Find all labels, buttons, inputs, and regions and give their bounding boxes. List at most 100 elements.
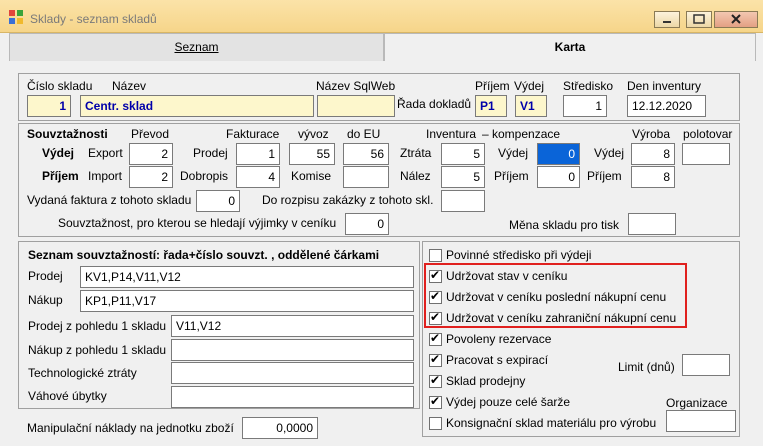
prijem-label: Příjem [475, 79, 510, 93]
povinne-checkbox[interactable] [429, 249, 442, 262]
prijem-row-label: Příjem [42, 169, 79, 183]
nalez-field[interactable]: 5 [441, 166, 485, 188]
seznam-nakup-field[interactable]: KP1,P11,V17 [80, 290, 414, 312]
tab-strip: Seznam Karta [9, 33, 756, 61]
expirace-checkbox[interactable]: ✔ [429, 352, 442, 367]
vah-field[interactable] [171, 386, 414, 408]
check-icon: ✔ [430, 352, 441, 366]
minimize-button[interactable] [654, 11, 680, 28]
komise-field[interactable] [343, 166, 389, 188]
seznam-prodej-label: Prodej [28, 269, 63, 283]
cislo-field[interactable]: 1 [27, 95, 71, 117]
manip-label: Manipulační náklady na jednotku zboží [27, 421, 234, 435]
limit-field[interactable] [682, 354, 730, 376]
organizace-field[interactable] [666, 410, 736, 432]
mena-field[interactable] [628, 213, 676, 235]
inv-vydej-field[interactable]: 0 [537, 143, 580, 165]
rada-vydej-field[interactable]: V1 [515, 95, 547, 117]
doeu-label: do EU [347, 127, 381, 141]
vyjimka-field[interactable]: 0 [345, 213, 389, 235]
dobropis-field[interactable]: 4 [236, 166, 280, 188]
prevod-label: Převod [131, 127, 170, 141]
sarze-checkbox[interactable]: ✔ [429, 394, 442, 409]
title-bar: Sklady - seznam skladů [0, 0, 763, 33]
export-field[interactable]: 2 [129, 143, 173, 165]
tab-seznam[interactable]: Seznam [9, 33, 384, 61]
faktura-field[interactable]: 0 [196, 190, 240, 212]
close-icon [731, 14, 741, 24]
inv-vydej-label: Výdej [498, 146, 529, 160]
stredisko-field[interactable]: 1 [563, 95, 607, 117]
app-icon [9, 10, 23, 24]
seznam-title: Seznam souvztažností: řada+číslo souvzt.… [28, 248, 380, 262]
vyroba-prijem-label: Příjem [587, 169, 622, 183]
rezervace-checkbox[interactable]: ✔ [429, 331, 442, 346]
check-icon: ✔ [430, 394, 441, 408]
rezervace-label: Povoleny rezervace [446, 332, 552, 346]
faktura-label: Vydaná faktura z tohoto skladu [27, 193, 192, 207]
komise-label: Komise [291, 169, 332, 183]
vydej-row-label: Výdej [42, 146, 75, 160]
fakturace-label: Fakturace [226, 127, 280, 141]
prodej-field[interactable]: 1 [236, 143, 280, 165]
souvz-title: Souvztažnosti [27, 127, 108, 141]
vah-label: Váhové úbytky [28, 389, 107, 403]
prodej-label: Prodej [193, 146, 228, 160]
import-field[interactable]: 2 [129, 166, 173, 188]
tab-karta[interactable]: Karta [384, 33, 756, 61]
rozpis-label: Do rozpisu zakázky z tohoto skl. [262, 193, 434, 207]
povinne-label: Povinné středisko při výdeji [446, 248, 592, 262]
window-title: Sklady - seznam skladů [30, 12, 157, 26]
rada-prijem-field[interactable]: P1 [475, 95, 507, 117]
organizace-label: Organizace [666, 396, 728, 410]
prodej1-label: Prodej z pohledu 1 skladu [28, 319, 167, 333]
doeu-field[interactable]: 56 [343, 143, 389, 165]
maximize-button[interactable] [686, 11, 712, 28]
rozpis-field[interactable] [441, 190, 485, 212]
ztrata-field[interactable]: 5 [441, 143, 485, 165]
check-icon: ✔ [430, 373, 441, 387]
polotovar-label: polotovar [683, 127, 733, 141]
vyroba-vydej-label: Výdej [594, 146, 625, 160]
cislo-label: Číslo skladu [27, 79, 93, 93]
prodej1-field[interactable]: V11,V12 [171, 315, 414, 337]
mena-label: Měna skladu pro tisk [509, 218, 620, 232]
seznam-prodej-field[interactable]: KV1,P14,V11,V12 [80, 266, 414, 288]
inv-prijem-label: Příjem [494, 169, 529, 183]
nakup1-field[interactable] [171, 339, 414, 361]
konsignacni-checkbox[interactable] [429, 417, 442, 430]
vyroba-vydej-field[interactable]: 8 [631, 143, 675, 165]
dobropis-label: Dobropis [180, 169, 229, 183]
nazev-label: Název [112, 79, 147, 93]
vyroba-prijem-field[interactable]: 8 [631, 166, 675, 188]
den-label: Den inventury [627, 79, 702, 93]
seznam-nakup-label: Nákup [28, 293, 63, 307]
inventura-label: Inventura [426, 127, 477, 141]
expirace-label: Pracovat s expirací [446, 353, 549, 367]
nazev-field[interactable]: Centr. sklad [80, 95, 314, 117]
limit-label: Limit (dnů) [618, 360, 675, 374]
prodejny-checkbox[interactable]: ✔ [429, 373, 442, 388]
kompenzace-label: – kompenzace [482, 127, 561, 141]
close-button[interactable] [714, 11, 758, 28]
tech-field[interactable] [171, 362, 414, 384]
polotovar-field[interactable] [682, 143, 730, 165]
prodejny-label: Sklad prodejny [446, 374, 526, 388]
vyvoz-label: vývoz [298, 127, 329, 141]
export-label: Export [88, 146, 123, 160]
sarze-label: Výdej pouze celé šarže [446, 395, 571, 409]
rada-label: Řada dokladů [397, 97, 472, 111]
stredisko-label: Středisko [563, 79, 614, 93]
check-icon: ✔ [430, 331, 441, 345]
vyvoz-field[interactable]: 55 [289, 143, 335, 165]
sqlweb-field[interactable] [317, 95, 395, 117]
tech-label: Technologické ztráty [28, 366, 137, 380]
inv-prijem-field[interactable]: 0 [537, 166, 580, 188]
nakup1-label: Nákup z pohledu 1 skladu [28, 343, 167, 357]
ztrata-label: Ztráta [400, 146, 432, 160]
manip-field[interactable]: 0,0000 [242, 417, 318, 439]
highlight-box [424, 263, 687, 328]
den-inventury-field[interactable]: 12.12.2020 [627, 95, 706, 117]
vyjimka-label: Souvztažnost, pro kterou se hledají výji… [58, 216, 337, 230]
nalez-label: Nález [400, 169, 431, 183]
